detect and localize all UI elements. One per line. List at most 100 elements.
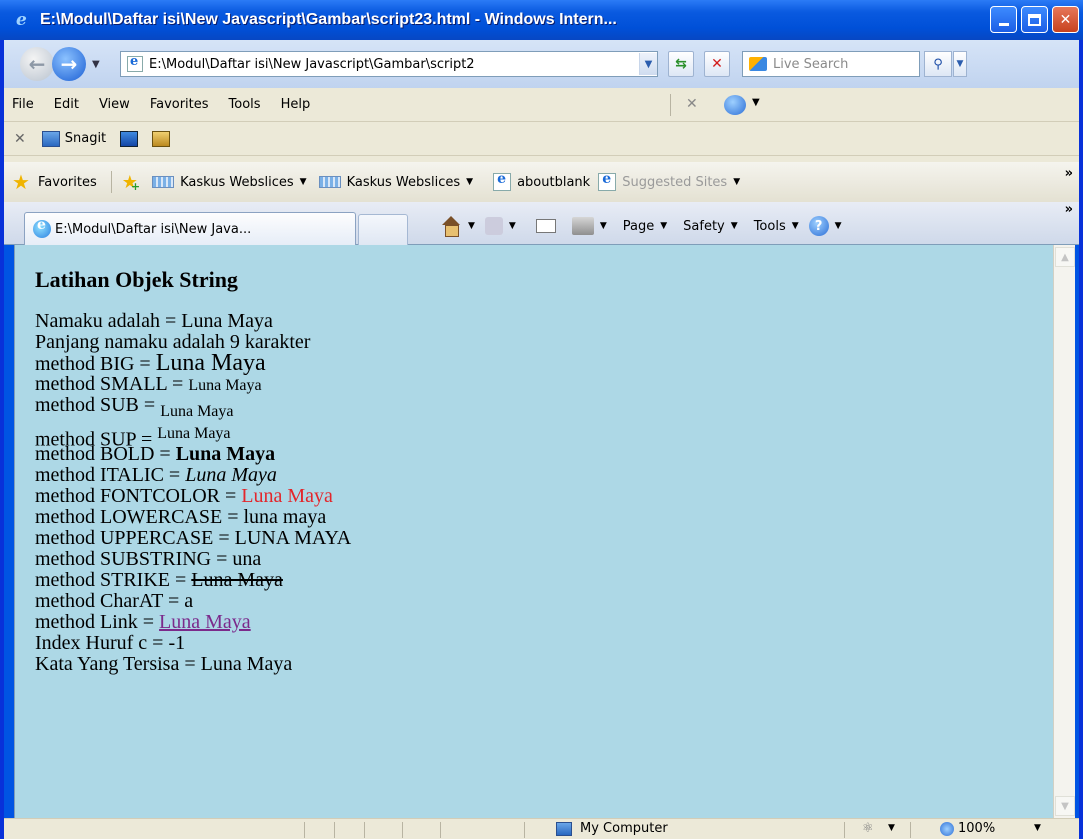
- italic-value: Luna Maya: [185, 464, 277, 486]
- chevron-down-icon[interactable]: ▼: [733, 177, 740, 187]
- chevron-right-icon[interactable]: »: [1065, 166, 1073, 181]
- safety-menu-button[interactable]: Safety: [683, 219, 725, 234]
- forward-button[interactable]: →: [52, 47, 86, 81]
- line-label: method FONTCOLOR =: [35, 485, 242, 507]
- luna-maya-link[interactable]: Luna Maya: [159, 611, 251, 633]
- menu-help[interactable]: Help: [271, 97, 321, 112]
- home-icon[interactable]: [440, 216, 462, 237]
- protected-mode-icon[interactable]: ⚛: [862, 821, 874, 836]
- fav-item-kaskus-1[interactable]: Kaskus Webslices: [180, 175, 294, 190]
- address-bar[interactable]: E:\Modul\Daftar isi\New Javascript\Gamba…: [120, 51, 658, 77]
- tab-active[interactable]: E:\Modul\Daftar isi\New Java...: [24, 212, 356, 245]
- line-small: method SMALL = Luna Maya: [35, 374, 1053, 395]
- line-label: method SUB =: [35, 394, 161, 416]
- chevron-down-icon[interactable]: ▼: [731, 221, 738, 231]
- line-sisa: Kata Yang Tersisa = Luna Maya: [35, 654, 1053, 675]
- back-button[interactable]: ←: [20, 47, 54, 81]
- fav-item-kaskus-2[interactable]: Kaskus Webslices: [347, 175, 461, 190]
- history-dropdown-icon[interactable]: ▼: [92, 59, 102, 70]
- favorites-separator: [110, 171, 112, 193]
- close-button[interactable]: ✕: [1052, 6, 1079, 33]
- print-icon[interactable]: [571, 217, 594, 235]
- favorites-star-icon: ★: [12, 170, 30, 194]
- close-snagit-icon[interactable]: ✕: [14, 131, 26, 147]
- menu-file[interactable]: File: [4, 97, 44, 112]
- vertical-scrollbar[interactable]: ▲ ▼: [1053, 245, 1075, 818]
- search-button[interactable]: ⚲: [924, 51, 952, 77]
- line-label: method BOLD =: [35, 443, 176, 465]
- mail-icon[interactable]: [535, 219, 556, 233]
- menu-view[interactable]: View: [89, 97, 140, 112]
- ie-tab-icon: [33, 217, 51, 238]
- new-tab-button[interactable]: [358, 214, 408, 245]
- fontcolor-value: Luna Maya: [241, 485, 333, 507]
- scroll-down-button[interactable]: ▼: [1055, 796, 1075, 816]
- favorites-button[interactable]: Favorites: [38, 175, 97, 190]
- security-zone[interactable]: My Computer: [556, 821, 668, 836]
- line-label: Kata Yang Tersisa =: [35, 653, 201, 675]
- status-separator: [524, 822, 525, 838]
- ie-page-icon: [493, 171, 512, 191]
- help-icon[interactable]: ?: [808, 216, 829, 236]
- address-toolbar: ← → ▼ E:\Modul\Daftar isi\New Javascript…: [4, 40, 1079, 88]
- minimize-button[interactable]: [990, 6, 1017, 33]
- status-separator: [440, 822, 441, 838]
- maximize-button[interactable]: [1021, 6, 1048, 33]
- add-plus-icon: +: [130, 179, 141, 193]
- ie-logo-icon: e: [16, 10, 27, 30]
- search-options-dropdown[interactable]: ▼: [953, 51, 967, 77]
- zoom-control[interactable]: 100%: [940, 821, 995, 836]
- snagit-icon: [41, 130, 60, 147]
- chevron-down-icon[interactable]: ▼: [468, 221, 475, 231]
- webslice-icon: [318, 176, 341, 188]
- chevron-down-icon[interactable]: ▼: [888, 823, 895, 833]
- tools-menu-button[interactable]: Tools: [754, 219, 786, 234]
- refresh-icon: ⇆: [675, 56, 687, 72]
- fav-item-suggested-sites[interactable]: Suggested Sites: [622, 175, 727, 190]
- address-url[interactable]: E:\Modul\Daftar isi\New Javascript\Gamba…: [149, 57, 639, 72]
- sub-value: Luna Maya: [160, 403, 234, 420]
- window-title: E:\Modul\Daftar isi\New Javascript\Gamba…: [40, 11, 617, 28]
- substring-value: una: [232, 548, 262, 570]
- line-fontcolor: method FONTCOLOR = Luna Maya: [35, 486, 1053, 507]
- feeds-icon[interactable]: [484, 217, 503, 235]
- page-menu-button[interactable]: Page: [623, 219, 654, 234]
- scroll-up-button[interactable]: ▲: [1055, 247, 1075, 267]
- charat-value: a: [184, 590, 194, 612]
- menu-tools[interactable]: Tools: [219, 97, 271, 112]
- status-separator: [910, 822, 911, 838]
- chevron-down-icon[interactable]: ▼: [509, 221, 516, 231]
- snagit-editor-icon[interactable]: [152, 130, 171, 147]
- stop-button[interactable]: ✕: [704, 51, 730, 77]
- refresh-button[interactable]: ⇆: [668, 51, 694, 77]
- chevron-down-icon[interactable]: ▼: [600, 221, 607, 231]
- menu-favorites[interactable]: Favorites: [140, 97, 219, 112]
- snagit-button[interactable]: Snagit: [65, 131, 106, 146]
- close-toolbar-icon[interactable]: ✕: [686, 96, 698, 112]
- chevron-down-icon[interactable]: ▼: [835, 221, 842, 231]
- status-separator: [334, 822, 335, 838]
- line-sup: method SUP = Luna Maya: [35, 423, 1053, 450]
- line-substring: method SUBSTRING = una: [35, 549, 1053, 570]
- menu-edit[interactable]: Edit: [44, 97, 89, 112]
- chevron-down-icon[interactable]: ▼: [792, 221, 799, 231]
- chevron-right-icon[interactable]: »: [1065, 202, 1073, 217]
- zoom-level: 100%: [958, 821, 996, 836]
- search-input[interactable]: Live Search: [742, 51, 920, 77]
- chevron-down-icon[interactable]: ▼: [466, 177, 473, 187]
- toolbar-help-icon[interactable]: [724, 95, 746, 115]
- chevron-down-icon[interactable]: ▼: [1034, 823, 1041, 833]
- stop-icon: ✕: [711, 56, 723, 72]
- snagit-capture-icon[interactable]: [120, 130, 139, 147]
- command-bar: ▼ ▼ ▼ Page ▼ Safety ▼ Tools ▼ ? ▼: [440, 216, 852, 237]
- chevron-down-icon[interactable]: ▼: [300, 177, 307, 187]
- address-dropdown-icon[interactable]: ▼: [639, 53, 657, 75]
- fav-item-aboutblank[interactable]: aboutblank: [517, 175, 590, 190]
- chevron-down-icon[interactable]: ▼: [660, 221, 667, 231]
- chevron-down-icon[interactable]: ▼: [752, 97, 760, 108]
- line-index: Index Huruf c = -1: [35, 633, 1053, 654]
- line-value: Luna Maya: [181, 310, 273, 332]
- search-icon: ⚲: [933, 56, 943, 72]
- zone-label: My Computer: [580, 821, 668, 836]
- status-separator: [844, 822, 845, 838]
